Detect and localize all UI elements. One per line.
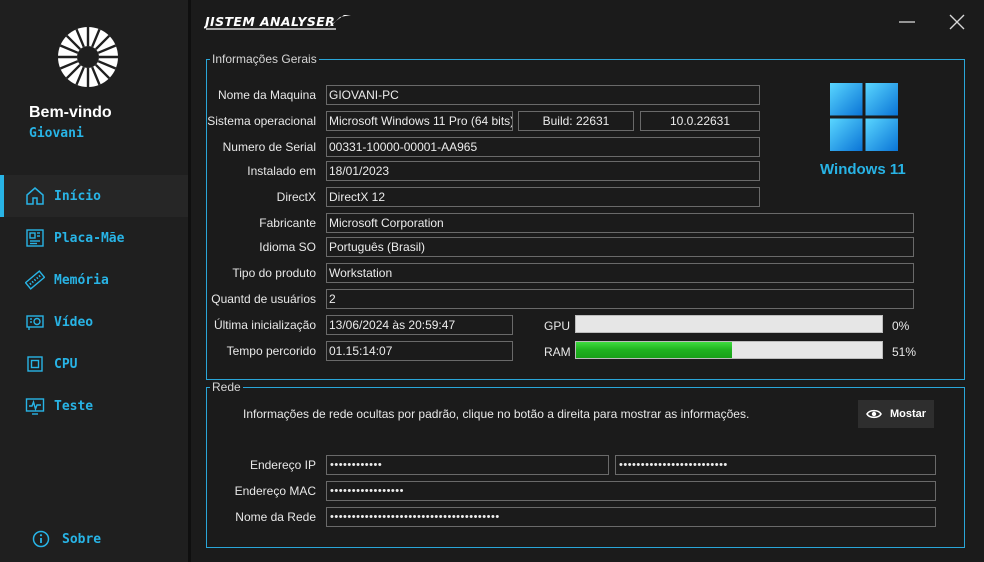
gpu-usage-text: 0%: [892, 319, 910, 333]
os-field: Microsoft Windows 11 Pro (64 bits): [326, 111, 513, 131]
welcome-text: Bem-vindo: [29, 104, 112, 121]
nav-label-video: Vídeo: [54, 314, 94, 330]
product-type-field: Workstation: [326, 263, 914, 283]
installed-field: 18/01/2023: [326, 161, 760, 181]
gpu-usage-bar: [575, 315, 883, 333]
username: Giovani: [29, 126, 84, 141]
network-name-field: •••••••••••••••••••••••••••••••••••••••: [326, 507, 936, 527]
serial-field: 00331-10000-00001-AA965: [326, 137, 760, 157]
nav-label-teste: Teste: [54, 398, 94, 414]
label-serial: Numero de Serial: [222, 140, 316, 154]
home-icon: [26, 187, 44, 205]
language-field: Português (Brasil): [326, 237, 914, 257]
ram-usage-bar: [575, 341, 883, 359]
label-last-boot: Última inicialização: [213, 318, 316, 332]
machine-name-field: GIOVANI-PC: [326, 85, 760, 105]
about-button[interactable]: Sobre: [32, 530, 101, 548]
ipv6-field: •••••••••••••••••••••••••: [615, 455, 936, 475]
nav-item-inicio[interactable]: Início: [0, 175, 188, 217]
nav-label-memoria: Memória: [54, 272, 109, 288]
label-manufacturer: Fabricante: [259, 216, 316, 230]
nav-item-placa-mae[interactable]: Placa-Mãe: [0, 217, 188, 259]
test-icon: [25, 398, 45, 415]
label-language: Idioma SO: [259, 240, 316, 254]
nav-item-cpu[interactable]: CPU: [0, 343, 188, 385]
label-mac: Endereço MAC: [234, 484, 316, 498]
label-uptime: Tempo percorido: [226, 344, 316, 358]
eye-icon: [866, 409, 882, 419]
nav-label-placa-mae: Placa-Mãe: [54, 230, 125, 246]
label-gpu: GPU: [544, 319, 571, 333]
nav-label-cpu: CPU: [54, 356, 78, 372]
label-ip: Endereço IP: [249, 458, 316, 472]
memory-icon: [25, 270, 45, 290]
version-field: 10.0.22631: [640, 111, 760, 131]
nav-label-inicio: Início: [54, 188, 101, 204]
label-ram: RAM: [544, 345, 571, 359]
label-directx: DirectX: [276, 190, 316, 204]
windows-logo-icon: [830, 83, 898, 151]
app-title: JISTEM ANALYSER: [202, 12, 354, 35]
sidebar: Bem-vindo Giovani Início Placa-Mãe Memór…: [0, 0, 188, 562]
about-label: Sobre: [62, 531, 102, 547]
close-icon[interactable]: [945, 10, 969, 34]
directx-field: DirectX 12: [326, 187, 760, 207]
label-installed: Instalado em: [247, 164, 316, 178]
label-machine-name: Nome da Maquina: [217, 88, 316, 102]
gpu-icon: [26, 315, 44, 330]
app-title-text: JISTEM ANALYSER: [204, 14, 335, 29]
show-network-button[interactable]: Mostar: [858, 400, 934, 428]
nav-item-teste[interactable]: Teste: [0, 385, 188, 427]
build-field: Build: 22631: [518, 111, 634, 131]
cpu-icon: [27, 356, 43, 372]
info-icon: [32, 530, 50, 548]
network-title: Rede: [210, 380, 243, 394]
ram-usage-fill: [576, 342, 733, 358]
general-info-title: Informações Gerais: [210, 52, 319, 66]
motherboard-icon: [26, 229, 44, 247]
label-os: Sistema operacional: [207, 114, 316, 128]
manufacturer-field: Microsoft Corporation: [326, 213, 914, 233]
uptime-field: 01.15:14:07: [326, 341, 513, 361]
label-product-type: Tipo do produto: [232, 266, 316, 280]
os-brand-text: Windows 11: [820, 161, 906, 178]
nav-item-memoria[interactable]: Memória: [0, 259, 188, 301]
show-network-label: Mostar: [889, 408, 927, 420]
label-network-name: Nome da Rede: [235, 510, 316, 524]
ram-usage-text: 51%: [892, 345, 917, 359]
label-user-count: Quantd de usuários: [211, 292, 316, 306]
mac-field: •••••••••••••••••: [326, 481, 936, 501]
network-info-text: Informações de rede ocultas por padrão, …: [243, 407, 750, 421]
ipv4-field: ••••••••••••: [326, 455, 609, 475]
sidebar-divider: [188, 0, 191, 562]
user-count-field: 2: [326, 289, 914, 309]
app-logo-icon: [58, 27, 118, 87]
last-boot-field: 13/06/2024 às 20:59:47: [326, 315, 513, 335]
minimize-button[interactable]: [895, 10, 919, 34]
nav-item-video[interactable]: Vídeo: [0, 301, 188, 343]
